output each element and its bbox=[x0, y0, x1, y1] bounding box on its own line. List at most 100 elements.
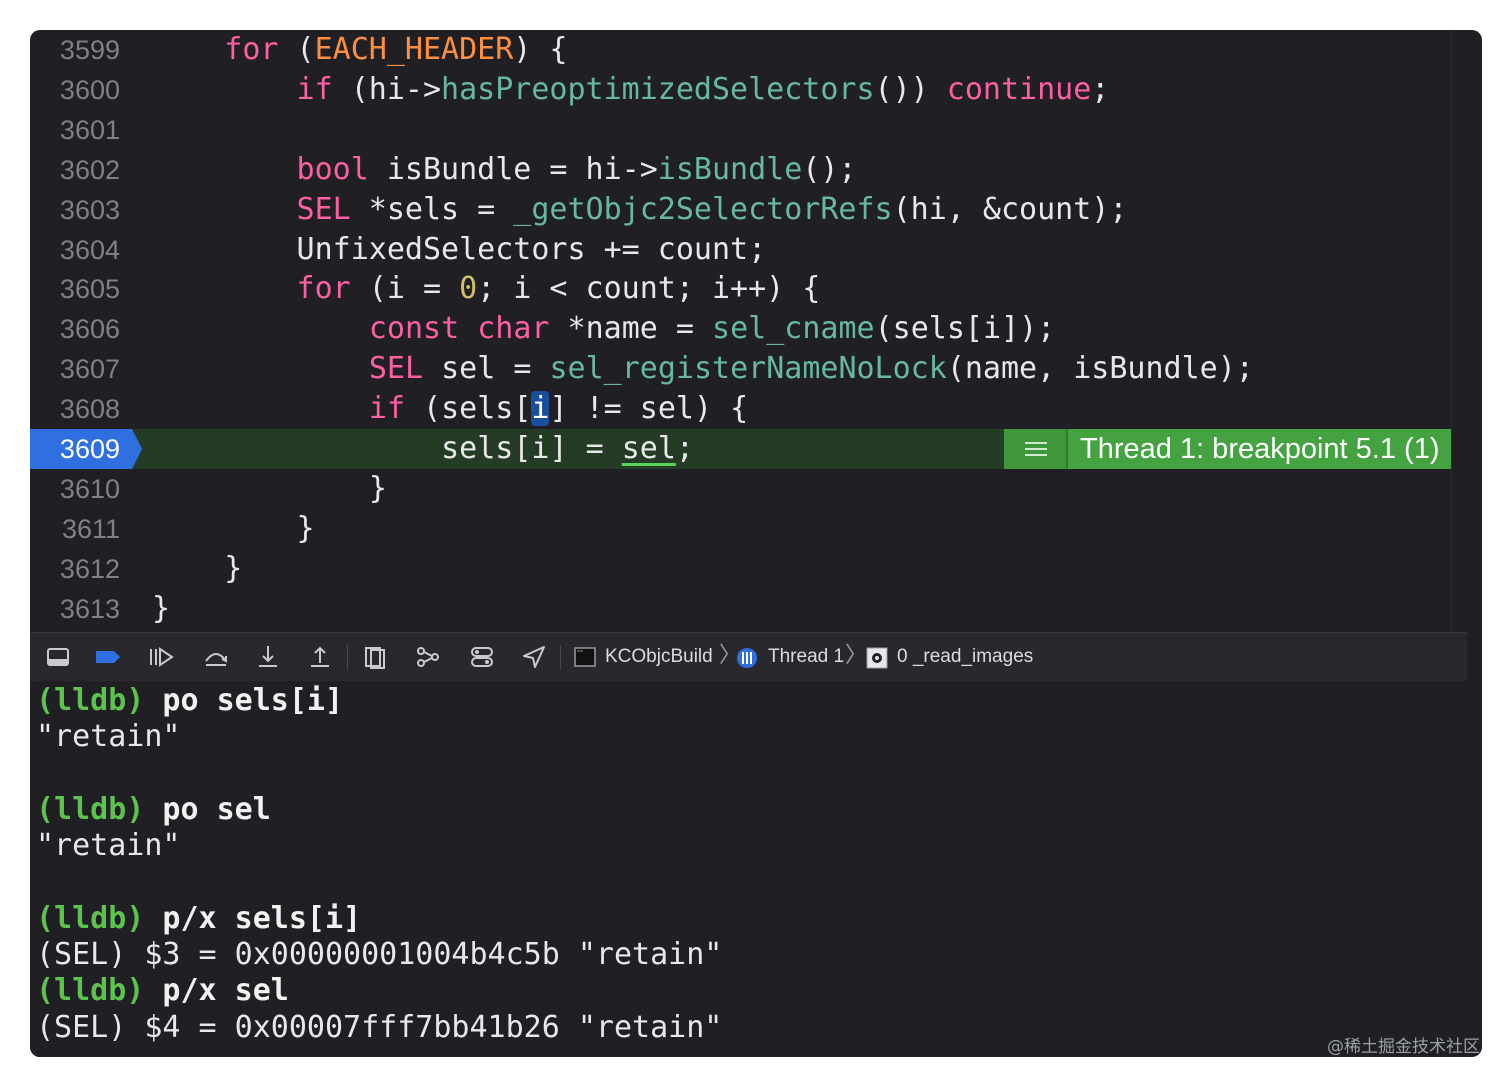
console-command-line: (lldb) p/x sel bbox=[36, 973, 289, 1009]
code-token: UnfixedSelectors += count; bbox=[296, 231, 767, 267]
separator bbox=[560, 645, 561, 669]
breadcrumb-thread[interactable]: Thread 1 bbox=[768, 633, 844, 681]
code-line[interactable]: 3602 bool isBundle = hi->isBundle(); bbox=[30, 150, 1467, 190]
code-text: } bbox=[369, 469, 387, 509]
stack-frame-gear-icon bbox=[866, 647, 888, 669]
code-line[interactable]: 3612} bbox=[30, 549, 1467, 589]
code-line[interactable]: 3603 SEL *sels = _getObjc2SelectorRefs(hi… bbox=[30, 190, 1467, 230]
debug-bar: KCObjcBuild 〉 Thread 1 〉 0 _read_images bbox=[30, 632, 1467, 682]
code-token: continue bbox=[946, 71, 1092, 107]
line-number[interactable]: 3608 bbox=[30, 389, 120, 429]
code-token: sels[i] = bbox=[441, 431, 622, 466]
step-into-icon[interactable] bbox=[254, 643, 282, 671]
line-number[interactable]: 3602 bbox=[30, 150, 120, 190]
code-token: bool bbox=[296, 151, 369, 187]
code-line[interactable]: 3600 if (hi->hasPreoptimizedSelectors()) … bbox=[30, 70, 1467, 110]
separator bbox=[347, 645, 348, 669]
lldb-prompt: (lldb) bbox=[36, 792, 145, 827]
code-line[interactable]: 3608 if (sels[i] != sel) { bbox=[30, 389, 1467, 429]
line-number[interactable]: 3603 bbox=[30, 190, 120, 230]
code-token: char bbox=[477, 311, 550, 347]
code-token: *name = bbox=[549, 311, 713, 347]
code-token: ] != sel) { bbox=[549, 391, 749, 427]
step-over-icon[interactable] bbox=[202, 643, 230, 671]
breadcrumb-frame[interactable]: 0 _read_images bbox=[897, 633, 1033, 681]
code-token: *sels = bbox=[350, 191, 514, 227]
code-token: sel_cname bbox=[712, 311, 875, 347]
line-number[interactable]: 3599 bbox=[30, 30, 120, 70]
line-number[interactable]: 3613 bbox=[30, 589, 120, 629]
line-number[interactable]: 3605 bbox=[30, 269, 120, 309]
console-output-line: "retain" bbox=[36, 719, 181, 754]
code-text: const char *name = sel_cname(sels[i]); bbox=[369, 309, 1055, 349]
watermark: @稀土掘金技术社区 bbox=[1327, 1037, 1480, 1057]
code-text: } bbox=[224, 549, 242, 589]
console-output-line: (SEL) $3 = 0x00000001004b4c5b "retain" bbox=[36, 937, 723, 972]
lldb-prompt: (lldb) bbox=[36, 683, 145, 718]
console-command-line: (lldb) p/x sels[i] bbox=[36, 901, 361, 937]
console-output-line: "retain" bbox=[36, 828, 181, 863]
code-token: sel bbox=[621, 431, 676, 466]
code-text: bool isBundle = hi->isBundle(); bbox=[297, 150, 857, 190]
code-line[interactable]: 3611} bbox=[30, 509, 1467, 549]
code-token: EACH_HEADER bbox=[314, 32, 514, 67]
breadcrumb-target[interactable]: KCObjcBuild bbox=[605, 633, 713, 681]
editor-scrollbar[interactable] bbox=[1451, 30, 1467, 632]
lldb-prompt: (lldb) bbox=[36, 973, 145, 1008]
code-token: 0 bbox=[459, 271, 478, 307]
toggle-console-icon[interactable] bbox=[44, 643, 72, 671]
code-line[interactable]: 3601 bbox=[30, 110, 1467, 150]
code-token: ()) bbox=[874, 71, 947, 107]
line-number[interactable]: 3607 bbox=[30, 349, 120, 389]
simulate-location-icon[interactable] bbox=[520, 643, 548, 671]
line-number[interactable]: 3601 bbox=[30, 110, 120, 150]
xcode-window: 3599 for (EACH_HEADER) {3600 if (hi->hasPr… bbox=[30, 30, 1482, 1057]
line-number[interactable]: 3604 bbox=[30, 230, 120, 270]
continue-icon[interactable] bbox=[146, 643, 174, 671]
source-editor[interactable]: 3599 for (EACH_HEADER) {3600 if (hi->hasPr… bbox=[30, 30, 1467, 632]
code-text: for (i = 0; i < count; i++) { bbox=[297, 269, 821, 309]
code-token: const bbox=[368, 311, 460, 347]
list-lines-icon[interactable] bbox=[1004, 429, 1068, 469]
code-line[interactable]: 3604 UnfixedSelectors += count; bbox=[30, 230, 1467, 270]
code-text: UnfixedSelectors += count; bbox=[297, 230, 767, 270]
code-line[interactable]: 3607 SEL sel = sel_registerNameNoLock(nam… bbox=[30, 349, 1467, 389]
line-number[interactable]: 3606 bbox=[30, 309, 120, 349]
code-token: (hi-> bbox=[332, 71, 442, 107]
code-token: SEL bbox=[368, 351, 424, 387]
code-line[interactable]: 3610} bbox=[30, 469, 1467, 509]
lldb-console[interactable]: (lldb) po sels[i] "retain" (lldb) po sel "r… bbox=[30, 681, 1467, 1057]
code-token: isBundle = hi-> bbox=[368, 151, 658, 187]
code-line[interactable]: 3605 for (i = 0; i < count; i++) { bbox=[30, 269, 1467, 309]
breakpoints-toggle-icon[interactable] bbox=[94, 643, 122, 671]
code-token: _getObjc2SelectorRefs bbox=[513, 191, 893, 227]
lldb-command: p/x sels[i] bbox=[144, 901, 362, 936]
code-line-current[interactable]: 3609 sels[i] = sel; Thread 1: breakpoint 5… bbox=[30, 429, 1467, 469]
environment-overrides-icon[interactable] bbox=[468, 643, 496, 671]
code-token: isBundle bbox=[657, 151, 803, 187]
memory-graph-icon[interactable] bbox=[414, 643, 442, 671]
lldb-command: po sel bbox=[144, 792, 271, 827]
code-token: (sels[i]); bbox=[874, 311, 1056, 347]
code-token: ) { bbox=[513, 32, 568, 67]
code-text: sels[i] = sel; bbox=[441, 429, 694, 469]
line-number[interactable]: 3600 bbox=[30, 70, 120, 110]
code-token: ; bbox=[675, 431, 694, 466]
code-token: for bbox=[296, 271, 351, 307]
code-line[interactable]: 3613} bbox=[30, 589, 1467, 629]
code-token: i bbox=[531, 391, 550, 427]
line-number[interactable]: 3612 bbox=[30, 549, 120, 589]
code-line[interactable]: 3606 const char *name = sel_cname(sels[i]… bbox=[30, 309, 1467, 349]
line-number[interactable]: 3611 bbox=[30, 509, 120, 549]
breakpoint-banner[interactable]: Thread 1: breakpoint 5.1 (1) bbox=[1004, 429, 1467, 469]
line-number[interactable]: 3609 bbox=[30, 429, 120, 469]
code-line[interactable]: 3599 for (EACH_HEADER) { bbox=[30, 30, 1467, 70]
code-token: if bbox=[368, 391, 405, 427]
line-number[interactable]: 3610 bbox=[30, 469, 120, 509]
view-hierarchy-icon[interactable] bbox=[361, 643, 389, 671]
step-out-icon[interactable] bbox=[306, 643, 334, 671]
code-text: for (EACH_HEADER) { bbox=[224, 30, 567, 70]
code-text: } bbox=[152, 589, 170, 629]
code-token: ; bbox=[1091, 71, 1110, 107]
